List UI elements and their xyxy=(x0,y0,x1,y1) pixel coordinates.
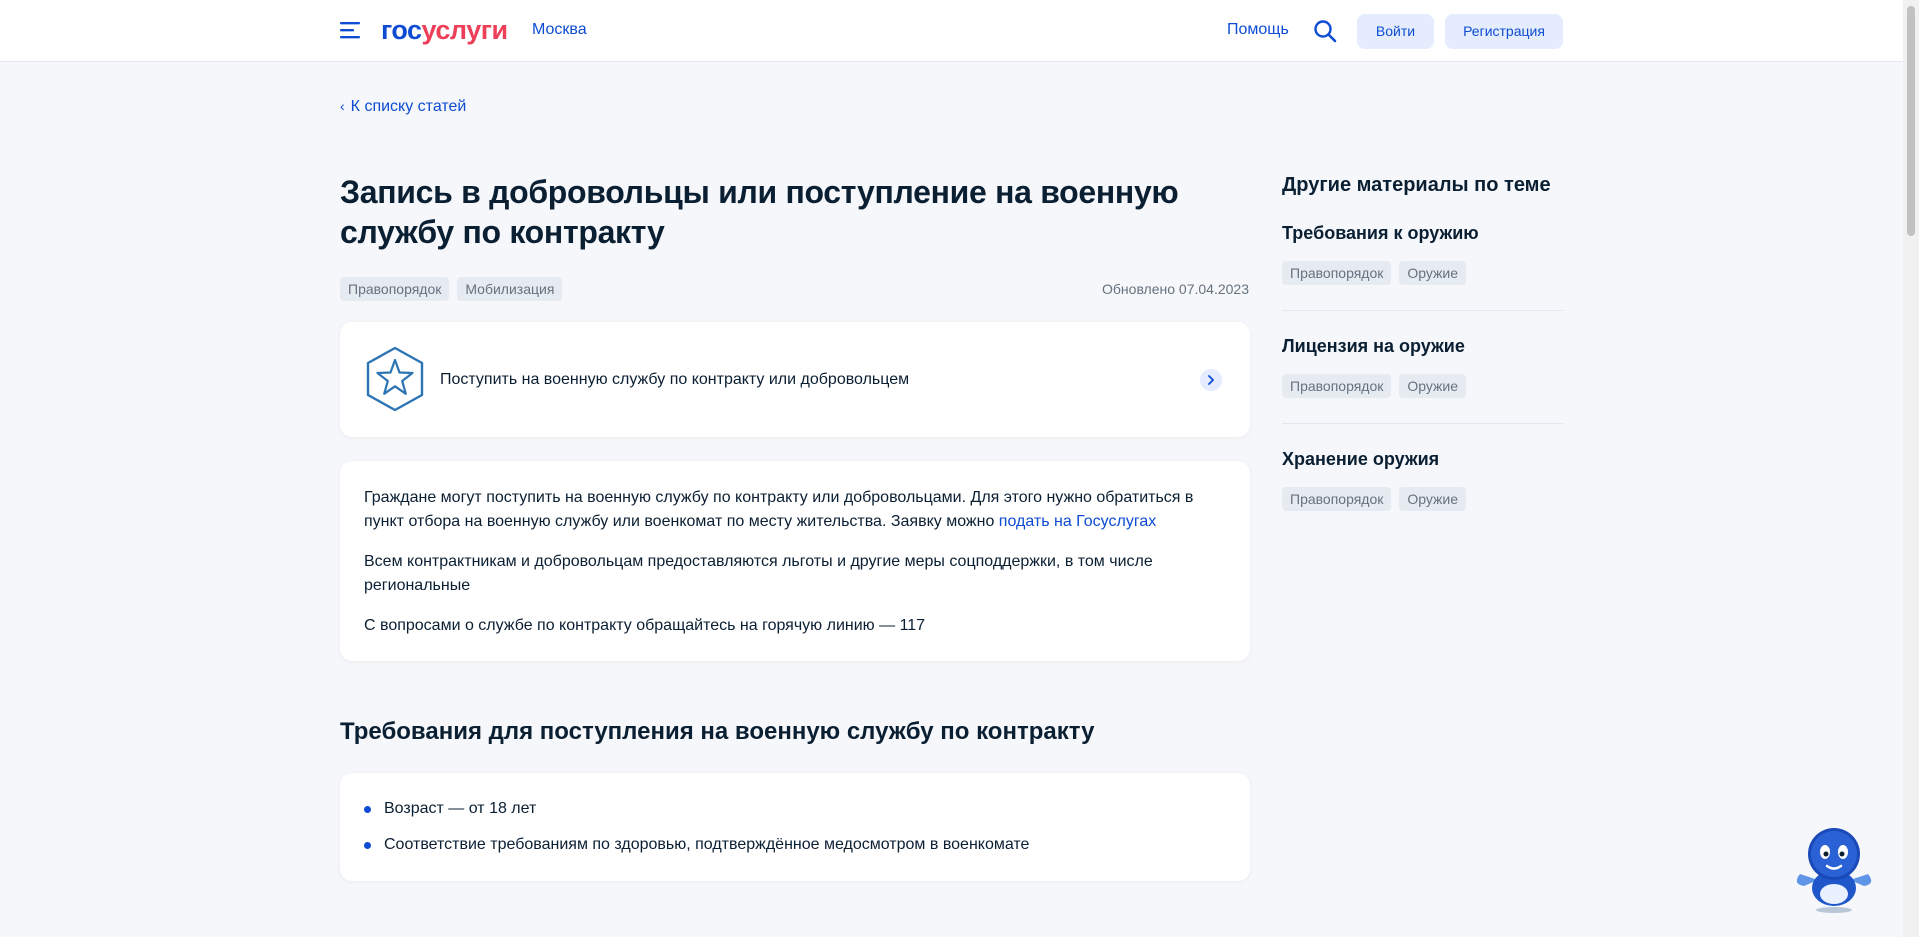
related-item-title[interactable]: Хранение оружия xyxy=(1282,448,1563,470)
info-card: Граждане могут поступить на военную служ… xyxy=(340,461,1250,661)
related-tag[interactable]: Оружие xyxy=(1399,261,1467,285)
chevron-left-icon: ‹ xyxy=(340,98,345,114)
robot-assistant-icon[interactable] xyxy=(1790,824,1878,914)
requirements-title: Требования для поступления на военную сл… xyxy=(340,718,1095,745)
logo-part-gos: гос xyxy=(381,15,422,45)
back-link-label: К списку статей xyxy=(350,98,467,115)
service-card[interactable]: Поступить на военную службу по контракту… xyxy=(340,322,1250,437)
requirements-card: Возраст — от 18 лет Соответствие требова… xyxy=(340,773,1250,881)
requirement-item: Соответствие требованиям по здоровью, по… xyxy=(364,833,1226,857)
search-icon[interactable] xyxy=(1313,19,1337,43)
requirement-item: Возраст — от 18 лет xyxy=(364,797,1226,821)
page-scrollbar[interactable] xyxy=(1903,0,1919,937)
service-card-label: Поступить на военную службу по контракту… xyxy=(440,371,910,388)
city-selector[interactable]: Москва xyxy=(532,20,587,40)
divider xyxy=(1282,423,1563,424)
divider xyxy=(1282,310,1563,311)
article-tags: Правопорядок Мобилизация xyxy=(340,277,563,301)
register-button[interactable]: Регистрация xyxy=(1445,14,1563,49)
related-item[interactable]: Требования к оружию Правопорядок Оружие xyxy=(1282,222,1563,285)
article-tag[interactable]: Правопорядок xyxy=(340,277,450,301)
related-item-tags: Правопорядок Оружие xyxy=(1282,374,1563,398)
bullet-icon xyxy=(364,806,371,813)
article-title: Запись в добровольцы или поступление на … xyxy=(340,174,1179,250)
info-paragraph: С вопросами о службе по контракту обраща… xyxy=(364,617,926,634)
updated-date: Обновлено 07.04.2023 xyxy=(1102,281,1249,297)
related-tag[interactable]: Правопорядок xyxy=(1282,487,1392,511)
related-tag[interactable]: Оружие xyxy=(1399,487,1467,511)
related-item-title[interactable]: Требования к оружию xyxy=(1282,222,1563,244)
info-paragraph: Граждане могут поступить на военную служ… xyxy=(364,486,1214,534)
site-header: госуслуги Москва Помощь Войти Регистраци… xyxy=(0,0,1903,62)
chevron-right-icon[interactable] xyxy=(1200,369,1222,391)
requirement-text: Соответствие требованиям по здоровью, по… xyxy=(384,836,1030,853)
help-link[interactable]: Помощь xyxy=(1227,20,1289,40)
related-item-title[interactable]: Лицензия на оружие xyxy=(1282,335,1563,357)
apply-on-gosuslugi-link[interactable]: подать на Госуслугах xyxy=(999,513,1156,530)
article-tag[interactable]: Мобилизация xyxy=(457,277,563,301)
star-hexagon-icon xyxy=(366,346,424,412)
related-item-tags: Правопорядок Оружие xyxy=(1282,261,1563,285)
logo-part-uslugi: услуги xyxy=(421,15,509,45)
related-materials-title: Другие материалы по теме xyxy=(1282,174,1551,196)
info-paragraph: Всем контрактникам и добровольцам предос… xyxy=(364,553,1153,594)
related-tag[interactable]: Правопорядок xyxy=(1282,261,1392,285)
bullet-icon xyxy=(364,842,371,849)
related-tag[interactable]: Правопорядок xyxy=(1282,374,1392,398)
related-item[interactable]: Лицензия на оружие Правопорядок Оружие xyxy=(1282,335,1563,398)
menu-icon[interactable] xyxy=(340,21,362,39)
scrollbar-thumb[interactable] xyxy=(1907,6,1915,236)
gosuslugi-logo[interactable]: госуслуги xyxy=(381,14,508,46)
related-tag[interactable]: Оружие xyxy=(1399,374,1467,398)
related-item-tags: Правопорядок Оружие xyxy=(1282,487,1563,511)
related-item[interactable]: Хранение оружия Правопорядок Оружие xyxy=(1282,448,1563,511)
back-to-articles-link[interactable]: ‹ К списку статей xyxy=(340,96,466,117)
login-button[interactable]: Войти xyxy=(1357,14,1434,49)
requirement-text: Возраст — от 18 лет xyxy=(384,800,537,817)
